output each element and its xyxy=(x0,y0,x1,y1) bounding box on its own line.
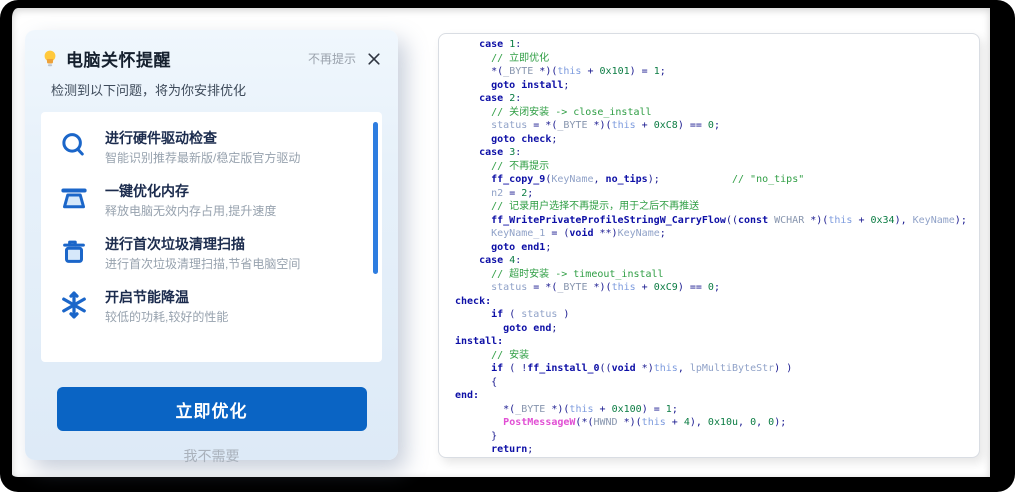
code-line: // 安装 xyxy=(455,349,979,363)
code-line: // 关闭安装 -> close_install xyxy=(455,106,979,120)
code-line: if ( !ff_install_0((void *)this, lpMulti… xyxy=(455,362,979,376)
scrollbar-thumb[interactable] xyxy=(373,122,378,274)
code-line: { xyxy=(455,376,979,390)
code-line: end: xyxy=(455,389,979,403)
no-more-tips-link[interactable]: 不再提示 xyxy=(308,50,356,67)
list-item: 一键优化内存释放电脑无效内存占用,提升速度 xyxy=(59,182,356,218)
code-line: return; xyxy=(455,443,979,457)
code-line: check: xyxy=(455,295,979,309)
code-line: // 不再提示 xyxy=(455,160,979,174)
list-item: 开启节能降温较低的功耗,较好的性能 xyxy=(59,288,356,324)
optimize-now-button[interactable]: 立即优化 xyxy=(57,387,367,431)
list-item-text: 开启节能降温较低的功耗,较好的性能 xyxy=(105,288,228,324)
code-line: // 超时安装 -> timeout_install xyxy=(455,268,979,282)
list-item-text: 进行硬件驱动检查智能识别推荐最新版/稳定版官方驱动 xyxy=(105,129,300,165)
pseudocode-listing: case 1: // 立即优化 *(_BYTE *)(this + 0x101)… xyxy=(439,34,979,457)
window-frame: 电脑关怀提醒 不再提示 检测到以下问题，将为你安排优化 进行硬件驱动检查智能识别… xyxy=(0,0,1015,492)
code-line: goto check; xyxy=(455,133,979,147)
trash-icon xyxy=(59,237,89,267)
list-item-title: 进行首次垃圾清理扫描 xyxy=(105,235,300,253)
code-line: KeyName_1 = (void **)KeyName; xyxy=(455,227,979,241)
lightbulb-icon xyxy=(41,49,59,69)
code-line: goto end1; xyxy=(455,241,979,255)
list-item-desc: 进行首次垃圾清理扫描,节省电脑空间 xyxy=(105,257,300,271)
code-line: status = *(_BYTE *)(this + 0xC8) == 0; xyxy=(455,119,979,133)
code-line: *(_BYTE *)(this + 0x100) = 1; xyxy=(455,403,979,417)
list-item-title: 一键优化内存 xyxy=(105,182,276,200)
code-line: case 3: xyxy=(455,146,979,160)
code-line: n2 = 2; xyxy=(455,187,979,201)
list-item-text: 一键优化内存释放电脑无效内存占用,提升速度 xyxy=(105,182,276,218)
code-line: goto end; xyxy=(455,322,979,336)
decline-link[interactable]: 我不需要 xyxy=(41,446,382,466)
code-line: PostMessageW(*(HWND *)(this + 4), 0x10u,… xyxy=(455,416,979,430)
code-line: // 立即优化 xyxy=(455,52,979,66)
dialog-title: 电脑关怀提醒 xyxy=(66,46,171,71)
content-area: 电脑关怀提醒 不再提示 检测到以下问题，将为你安排优化 进行硬件驱动检查智能识别… xyxy=(12,8,990,477)
list-item-text: 进行首次垃圾清理扫描进行首次垃圾清理扫描,节省电脑空间 xyxy=(105,235,300,271)
code-line: // 记录用户选择不再提示，用于之后不再推送 xyxy=(455,200,979,214)
list-item-title: 进行硬件驱动检查 xyxy=(105,129,300,147)
broom-icon xyxy=(59,184,89,214)
code-line: } xyxy=(455,430,979,444)
task-list-panel: 进行硬件驱动检查智能识别推荐最新版/稳定版官方驱动一键优化内存释放电脑无效内存占… xyxy=(41,112,382,362)
code-line: if ( status ) xyxy=(455,308,979,322)
search-icon xyxy=(59,131,89,161)
close-icon[interactable] xyxy=(366,51,382,67)
code-line: ff_WritePrivateProfileStringW_CarryFlow(… xyxy=(455,214,979,228)
screenshot-canvas: 电脑关怀提醒 不再提示 检测到以下问题，将为你安排优化 进行硬件驱动检查智能识别… xyxy=(0,0,1015,492)
list-item-desc: 较低的功耗,较好的性能 xyxy=(105,310,228,324)
dialog-header: 电脑关怀提醒 不再提示 xyxy=(41,46,382,71)
code-line: goto install; xyxy=(455,79,979,93)
pseudocode-panel: case 1: // 立即优化 *(_BYTE *)(this + 0x101)… xyxy=(438,33,980,458)
list-item: 进行首次垃圾清理扫描进行首次垃圾清理扫描,节省电脑空间 xyxy=(59,235,356,271)
code-line: *(_BYTE *)(this + 0x101) = 1; xyxy=(455,65,979,79)
code-line: case 4: xyxy=(455,254,979,268)
code-line: case 1: xyxy=(455,38,979,52)
task-list: 进行硬件驱动检查智能识别推荐最新版/稳定版官方驱动一键优化内存释放电脑无效内存占… xyxy=(59,129,356,324)
list-item: 进行硬件驱动检查智能识别推荐最新版/稳定版官方驱动 xyxy=(59,129,356,165)
care-reminder-dialog: 电脑关怀提醒 不再提示 检测到以下问题，将为你安排优化 进行硬件驱动检查智能识别… xyxy=(25,30,398,460)
dialog-subtitle: 检测到以下问题，将为你安排优化 xyxy=(51,80,382,99)
snowflake-icon xyxy=(59,290,89,320)
code-line: ff_copy_9(KeyName, no_tips); // "no_tips… xyxy=(455,173,979,187)
list-item-desc: 智能识别推荐最新版/稳定版官方驱动 xyxy=(105,151,300,165)
list-item-desc: 释放电脑无效内存占用,提升速度 xyxy=(105,204,276,218)
code-line: install: xyxy=(455,335,979,349)
code-line: status = *(_BYTE *)(this + 0xC9) == 0; xyxy=(455,281,979,295)
code-line: case 2: xyxy=(455,92,979,106)
list-item-title: 开启节能降温 xyxy=(105,288,228,306)
